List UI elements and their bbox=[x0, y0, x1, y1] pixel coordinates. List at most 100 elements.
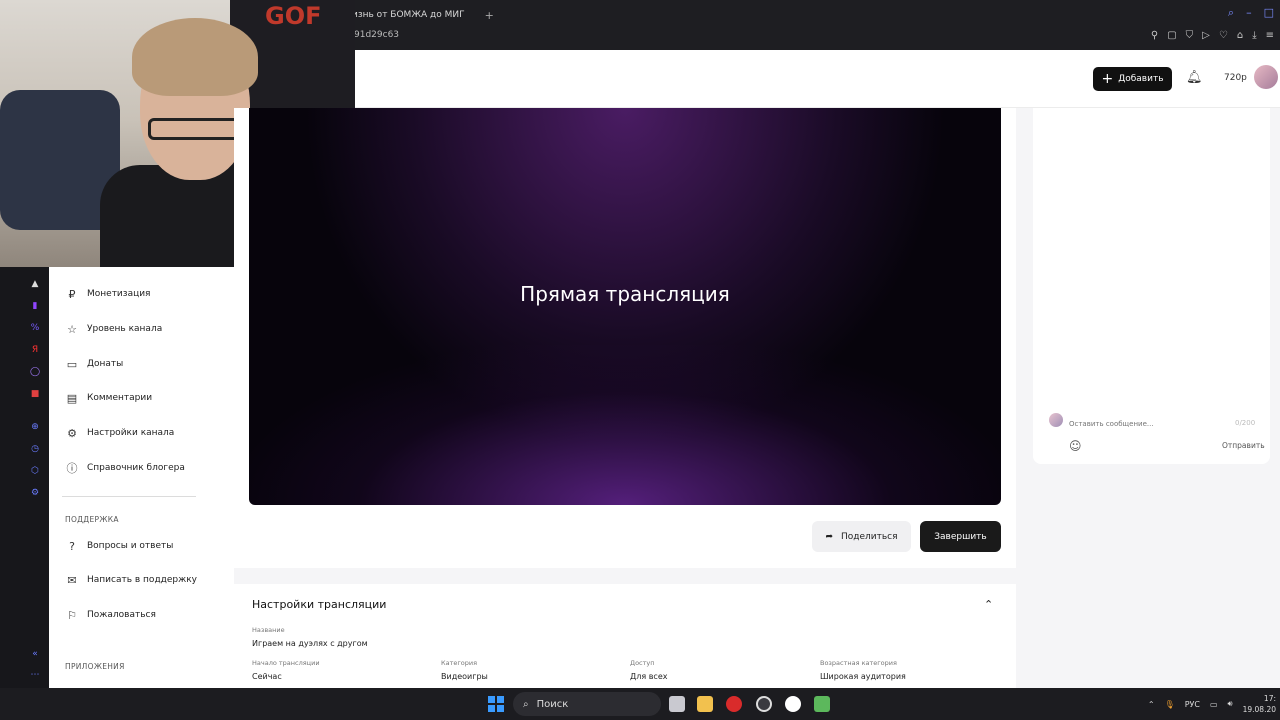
sidebar-item-channel-settings[interactable]: ⚙ Настройки канала bbox=[65, 426, 174, 440]
chevron-up-icon[interactable]: ⌃ bbox=[984, 598, 993, 611]
chair-logo: GOF bbox=[265, 2, 322, 30]
quality-label[interactable]: 720p bbox=[1224, 73, 1247, 83]
start-label: Начало трансляции bbox=[252, 659, 320, 667]
sidebar: ₽ Монетизация ☆ Уровень канала ▭ Донаты … bbox=[49, 267, 234, 688]
mail-icon: ✉ bbox=[67, 573, 77, 587]
file-explorer-icon[interactable] bbox=[697, 696, 713, 712]
flag-icon: ⚐ bbox=[67, 608, 77, 622]
taskbar-search[interactable]: ⌕ Поиск bbox=[513, 692, 661, 716]
share-icon: ➦ bbox=[825, 531, 833, 542]
gear-icon: ⚙ bbox=[67, 426, 77, 440]
emoji-icon[interactable]: ☺ bbox=[1069, 439, 1082, 453]
send-button[interactable]: Отправить bbox=[1222, 441, 1265, 450]
comment-icon: ▤ bbox=[66, 391, 78, 405]
bell-icon[interactable]: 🔔︎ bbox=[1186, 70, 1203, 85]
language-indicator[interactable]: РУС bbox=[1185, 700, 1200, 709]
finish-stream-button[interactable]: Завершить bbox=[920, 521, 1001, 552]
access-value: Для всех bbox=[630, 672, 668, 681]
apps-section-title: ПРИЛОЖЕНИЯ bbox=[65, 662, 125, 671]
taskbar: ⌕ Поиск ⌃ 🎙︎ РУС ▭ 🔊︎ 17: 19.08.20 bbox=[0, 688, 1280, 720]
search-icon: ⌕ bbox=[523, 698, 529, 710]
obs-icon[interactable] bbox=[756, 696, 772, 712]
video-player[interactable]: Прямая трансляция bbox=[249, 108, 1001, 505]
volume-icon[interactable]: 🔊︎ bbox=[1228, 699, 1233, 709]
search-icon[interactable]: ⌕ bbox=[1228, 6, 1234, 20]
windows-start-icon[interactable] bbox=[488, 696, 504, 712]
start-value: Сейчас bbox=[252, 672, 282, 681]
access-label: Доступ bbox=[630, 659, 655, 667]
add-panel-icon[interactable]: ⊕ bbox=[29, 422, 41, 432]
avatar[interactable] bbox=[1254, 65, 1278, 89]
maximize-icon[interactable]: □ bbox=[1264, 6, 1274, 20]
category-label: Категория bbox=[441, 659, 478, 667]
pin-icon[interactable]: ⚲ bbox=[1151, 30, 1158, 41]
category-value: Видеоигры bbox=[441, 672, 488, 681]
more-icon[interactable]: ⋯ bbox=[29, 670, 41, 680]
opera-icon[interactable] bbox=[726, 696, 742, 712]
settings-title: Настройки трансляции bbox=[252, 598, 387, 611]
network-icon[interactable]: ▭ bbox=[1210, 700, 1218, 709]
address-bar[interactable]: 91d29c63 bbox=[354, 30, 399, 40]
sidebar-item-comments[interactable]: ▤ Комментарии bbox=[65, 391, 152, 405]
alice-icon[interactable]: ◯ bbox=[29, 367, 41, 377]
history-icon[interactable]: ◷ bbox=[29, 444, 41, 454]
sidebar-item-faq[interactable]: ? Вопросы и ответы bbox=[65, 539, 173, 553]
task-view-icon[interactable] bbox=[669, 696, 685, 712]
menu-icon[interactable]: ≡ bbox=[1266, 30, 1274, 41]
webcam-person-hair bbox=[132, 18, 258, 96]
plus-icon: + bbox=[1101, 71, 1114, 87]
sidebar-item-blogger-guide[interactable]: ⓘ Справочник блогера bbox=[65, 461, 185, 475]
home-icon[interactable]: ⌂ bbox=[1237, 30, 1243, 41]
extensions-icon[interactable]: ⬡ bbox=[29, 466, 41, 476]
chat-panel bbox=[1033, 108, 1270, 464]
sidebar-item-donations[interactable]: ▭ Донаты bbox=[65, 357, 124, 371]
sidebar-item-monetization[interactable]: ₽ Монетизация bbox=[65, 287, 151, 301]
age-value: Широкая аудитория bbox=[820, 672, 906, 681]
twitch-icon[interactable]: ▮ bbox=[29, 301, 41, 311]
download-icon[interactable]: ⤓ bbox=[1252, 30, 1256, 41]
player-status-title: Прямая трансляция bbox=[520, 282, 730, 306]
app-icon[interactable]: ■ bbox=[29, 389, 41, 399]
chat-message-input[interactable] bbox=[1069, 417, 1259, 431]
chat-user-avatar bbox=[1049, 413, 1063, 427]
yandex-browser-icon[interactable] bbox=[785, 696, 801, 712]
new-tab-button[interactable]: + bbox=[485, 9, 494, 22]
tabs-icon[interactable]: ▢ bbox=[1167, 30, 1176, 41]
sidebar-item-contact-support[interactable]: ✉ Написать в поддержку bbox=[65, 573, 197, 587]
system-tray: ⌃ 🎙︎ РУС ▭ 🔊︎ 17: 19.08.20 bbox=[1148, 688, 1280, 720]
browser-side-rail: ▲ ▮ % Я ◯ ■ ⊕ ◷ ⬡ ⚙ « ⋯ bbox=[0, 267, 49, 688]
logo-icon[interactable]: ▲ bbox=[29, 279, 41, 289]
chevron-up-icon[interactable]: ⌃ bbox=[1148, 700, 1155, 709]
question-icon: ? bbox=[69, 539, 75, 553]
browser-tab[interactable]: изнь от БОМЖА до МИГ + bbox=[352, 6, 494, 24]
browser-toolbar: ⚲ ▢ ⛉ ▷ ♡ ⌂ ⤓ ≡ bbox=[1151, 30, 1274, 41]
age-label: Возрастная категория bbox=[820, 659, 897, 667]
tab-title: изнь от БОМЖА до МИГ bbox=[352, 10, 465, 20]
chat-char-counter: 0/200 bbox=[1235, 419, 1256, 427]
settings-icon[interactable]: ⚙ bbox=[29, 488, 41, 498]
minimize-icon[interactable]: – bbox=[1246, 6, 1252, 20]
name-label: Название bbox=[252, 626, 285, 634]
play-icon[interactable]: ▷ bbox=[1202, 30, 1210, 41]
microphone-icon[interactable]: 🎙︎ bbox=[1165, 700, 1175, 709]
sidebar-item-channel-level[interactable]: ☆ Уровень канала bbox=[65, 322, 162, 336]
percent-icon[interactable]: % bbox=[29, 323, 41, 333]
add-button[interactable]: + Добавить bbox=[1093, 67, 1172, 91]
minecraft-icon[interactable] bbox=[814, 696, 830, 712]
clock[interactable]: 17: 19.08.20 bbox=[1243, 693, 1276, 715]
wallet-icon: ▭ bbox=[66, 357, 78, 371]
collapse-icon[interactable]: « bbox=[29, 649, 41, 659]
sidebar-item-report[interactable]: ⚐ Пожаловаться bbox=[65, 608, 156, 622]
yandex-icon[interactable]: Я bbox=[29, 345, 41, 355]
webcam-person-glasses bbox=[148, 118, 244, 140]
heart-icon[interactable]: ♡ bbox=[1219, 30, 1228, 41]
ruble-icon: ₽ bbox=[68, 287, 76, 301]
info-icon: ⓘ bbox=[66, 462, 78, 475]
share-button[interactable]: ➦ Поделиться bbox=[812, 521, 911, 552]
sidebar-divider bbox=[62, 496, 196, 497]
star-icon: ☆ bbox=[67, 322, 77, 336]
window-controls: ⌕ – □ bbox=[1228, 6, 1274, 20]
name-value: Играем на дуэлях с другом bbox=[252, 639, 368, 648]
support-section-title: ПОДДЕРЖКА bbox=[65, 515, 119, 524]
shield-icon[interactable]: ⛉ bbox=[1186, 30, 1194, 41]
